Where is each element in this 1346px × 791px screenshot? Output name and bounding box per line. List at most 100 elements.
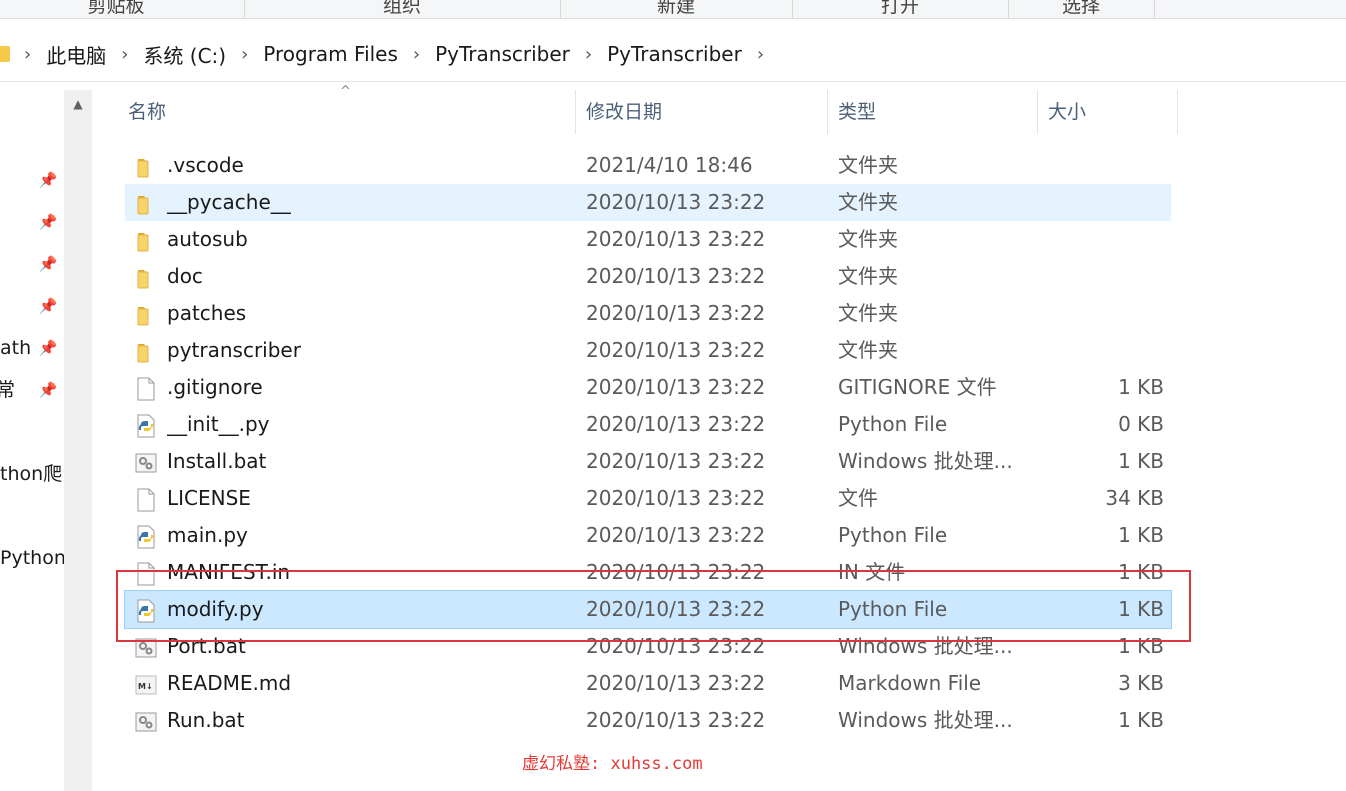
file-date-modified: 2020/10/13 23:22 bbox=[586, 449, 766, 473]
scroll-up-arrow-icon[interactable]: ▲ bbox=[64, 90, 92, 118]
python-icon bbox=[135, 598, 157, 623]
ribbon-group-labels: 剪贴板 组织 新建 打开 选择 bbox=[0, 0, 1346, 19]
file-date-modified: 2020/10/13 23:22 bbox=[586, 338, 766, 362]
file-date-modified: 2020/10/13 23:22 bbox=[586, 634, 766, 658]
ribbon-group-new: 新建 bbox=[560, 0, 793, 18]
column-header-name[interactable]: 名称 bbox=[118, 90, 576, 134]
file-row[interactable]: .gitignore 2020/10/13 23:22 GITIGNORE 文件 1 … bbox=[125, 369, 1171, 406]
file-row[interactable]: Port.bat 2020/10/13 23:22 Windows 批处理... 1 … bbox=[125, 628, 1171, 665]
file-row[interactable]: pytranscriber 2020/10/13 23:22 文件夹 bbox=[125, 332, 1171, 369]
file-size: 34 KB bbox=[1105, 486, 1164, 510]
file-type: 文件夹 bbox=[838, 227, 898, 251]
folder-icon bbox=[135, 154, 157, 178]
file-name: .gitignore bbox=[167, 375, 263, 399]
column-header-row: 名称 修改日期 类型 大小 bbox=[118, 90, 1178, 134]
file-name: LICENSE bbox=[167, 486, 251, 510]
column-header-type[interactable]: 类型 bbox=[828, 90, 1038, 134]
file-name: Run.bat bbox=[167, 708, 245, 732]
batch-icon bbox=[135, 635, 157, 659]
breadcrumb-separator[interactable]: › bbox=[24, 44, 42, 65]
breadcrumb-separator[interactable]: › bbox=[574, 44, 603, 65]
file-size: 3 KB bbox=[1118, 671, 1164, 695]
pin-icon[interactable]: 📌 bbox=[38, 380, 58, 400]
file-list: .vscode 2021/4/10 18:46 文件夹 __pycache__ 2020… bbox=[124, 147, 1172, 739]
file-date-modified: 2020/10/13 23:22 bbox=[586, 708, 766, 732]
file-row[interactable]: modify.py 2020/10/13 23:22 Python File 1 KB bbox=[124, 590, 1172, 629]
file-icon bbox=[135, 376, 157, 401]
file-row[interactable]: main.py 2020/10/13 23:22 Python File 1 KB bbox=[125, 517, 1171, 554]
nav-scrollbar[interactable]: ▲ bbox=[64, 90, 92, 791]
file-icon bbox=[135, 487, 157, 512]
file-type: 文件夹 bbox=[838, 153, 898, 177]
address-bar[interactable]: › 此电脑 › 系统 (C:) › Program Files › PyTran… bbox=[0, 27, 1346, 82]
file-type: Windows 批处理... bbox=[838, 708, 1013, 732]
file-type: Windows 批处理... bbox=[838, 634, 1013, 658]
folder-icon bbox=[135, 191, 157, 215]
file-date-modified: 2020/10/13 23:22 bbox=[586, 301, 766, 325]
file-row[interactable]: M↓ README.md 2020/10/13 23:22 Markdown File… bbox=[125, 665, 1171, 702]
file-row[interactable]: __pycache__ 2020/10/13 23:22 文件夹 bbox=[125, 184, 1171, 221]
file-row[interactable]: .vscode 2021/4/10 18:46 文件夹 bbox=[125, 147, 1171, 184]
nav-item-folder[interactable]: thon爬 bbox=[0, 459, 64, 489]
file-name: main.py bbox=[167, 523, 248, 547]
file-type: IN 文件 bbox=[838, 560, 906, 584]
file-name: Port.bat bbox=[167, 634, 246, 658]
batch-icon bbox=[135, 709, 157, 733]
breadcrumb-separator[interactable]: › bbox=[230, 44, 259, 65]
breadcrumb-this-pc[interactable]: 此电脑 bbox=[42, 40, 110, 69]
pin-icon[interactable]: 📌 bbox=[38, 296, 58, 316]
file-row[interactable]: LICENSE 2020/10/13 23:22 文件 34 KB bbox=[125, 480, 1171, 517]
ribbon-group-select: 选择 bbox=[1008, 0, 1155, 18]
file-name: MANIFEST.in bbox=[167, 560, 291, 584]
folder-icon bbox=[135, 339, 157, 363]
breadcrumb-system-drive[interactable]: 系统 (C:) bbox=[139, 40, 230, 69]
folder-icon bbox=[135, 265, 157, 289]
file-name: __init__.py bbox=[167, 412, 270, 436]
file-row[interactable]: MANIFEST.in 2020/10/13 23:22 IN 文件 1 KB bbox=[125, 554, 1171, 591]
file-type: Windows 批处理... bbox=[838, 449, 1013, 473]
file-row[interactable]: Run.bat 2020/10/13 23:22 Windows 批处理... 1 K… bbox=[125, 702, 1171, 739]
breadcrumb-separator[interactable]: › bbox=[110, 44, 139, 65]
breadcrumb: › 此电脑 › 系统 (C:) › Program Files › PyTran… bbox=[0, 27, 775, 81]
file-date-modified: 2020/10/13 23:22 bbox=[586, 412, 766, 436]
file-type: Python File bbox=[838, 523, 948, 547]
breadcrumb-separator[interactable]: › bbox=[402, 44, 431, 65]
file-name: Install.bat bbox=[167, 449, 267, 473]
file-type: 文件夹 bbox=[838, 338, 898, 362]
file-date-modified: 2020/10/13 23:22 bbox=[586, 523, 766, 547]
file-date-modified: 2021/4/10 18:46 bbox=[586, 153, 753, 177]
file-type: GITIGNORE 文件 bbox=[838, 375, 997, 399]
file-row[interactable]: Install.bat 2020/10/13 23:22 Windows 批处理..… bbox=[125, 443, 1171, 480]
nav-item-folder[interactable]: Python bbox=[0, 543, 64, 573]
file-date-modified: 2020/10/13 23:22 bbox=[586, 671, 766, 695]
breadcrumb-program-files[interactable]: Program Files bbox=[259, 42, 402, 66]
file-row[interactable]: __init__.py 2020/10/13 23:22 Python File 0 … bbox=[125, 406, 1171, 443]
file-date-modified: 2020/10/13 23:22 bbox=[586, 560, 766, 584]
python-icon bbox=[135, 524, 157, 549]
svg-text:M↓: M↓ bbox=[138, 682, 153, 691]
file-name: doc bbox=[167, 264, 203, 288]
pin-icon[interactable]: 📌 bbox=[38, 212, 58, 232]
breadcrumb-separator[interactable]: › bbox=[746, 44, 775, 65]
file-name: .vscode bbox=[167, 153, 244, 177]
watermark: 虚幻私塾: xuhss.com bbox=[522, 754, 703, 774]
breadcrumb-pytranscriber-parent[interactable]: PyTranscriber bbox=[431, 42, 574, 66]
pin-icon[interactable]: 📌 bbox=[38, 254, 58, 274]
column-header-date-modified[interactable]: 修改日期 bbox=[576, 90, 828, 134]
breadcrumb-pytranscriber-current[interactable]: PyTranscriber bbox=[603, 42, 746, 66]
pin-icon[interactable]: 📌 bbox=[38, 338, 58, 358]
folder-icon bbox=[0, 46, 10, 62]
pin-icon[interactable]: 📌 bbox=[38, 170, 58, 190]
folder-icon bbox=[135, 302, 157, 326]
file-row[interactable]: autosub 2020/10/13 23:22 文件夹 bbox=[125, 221, 1171, 258]
file-row[interactable]: patches 2020/10/13 23:22 文件夹 bbox=[125, 295, 1171, 332]
file-type: Markdown File bbox=[838, 671, 982, 695]
file-size: 1 KB bbox=[1118, 708, 1164, 732]
file-name: autosub bbox=[167, 227, 248, 251]
file-type: Python File bbox=[838, 412, 948, 436]
file-name: __pycache__ bbox=[167, 190, 291, 214]
file-row[interactable]: doc 2020/10/13 23:22 文件夹 bbox=[125, 258, 1171, 295]
file-size: 1 KB bbox=[1118, 449, 1164, 473]
file-name: README.md bbox=[167, 671, 292, 695]
column-header-size[interactable]: 大小 bbox=[1038, 90, 1178, 134]
